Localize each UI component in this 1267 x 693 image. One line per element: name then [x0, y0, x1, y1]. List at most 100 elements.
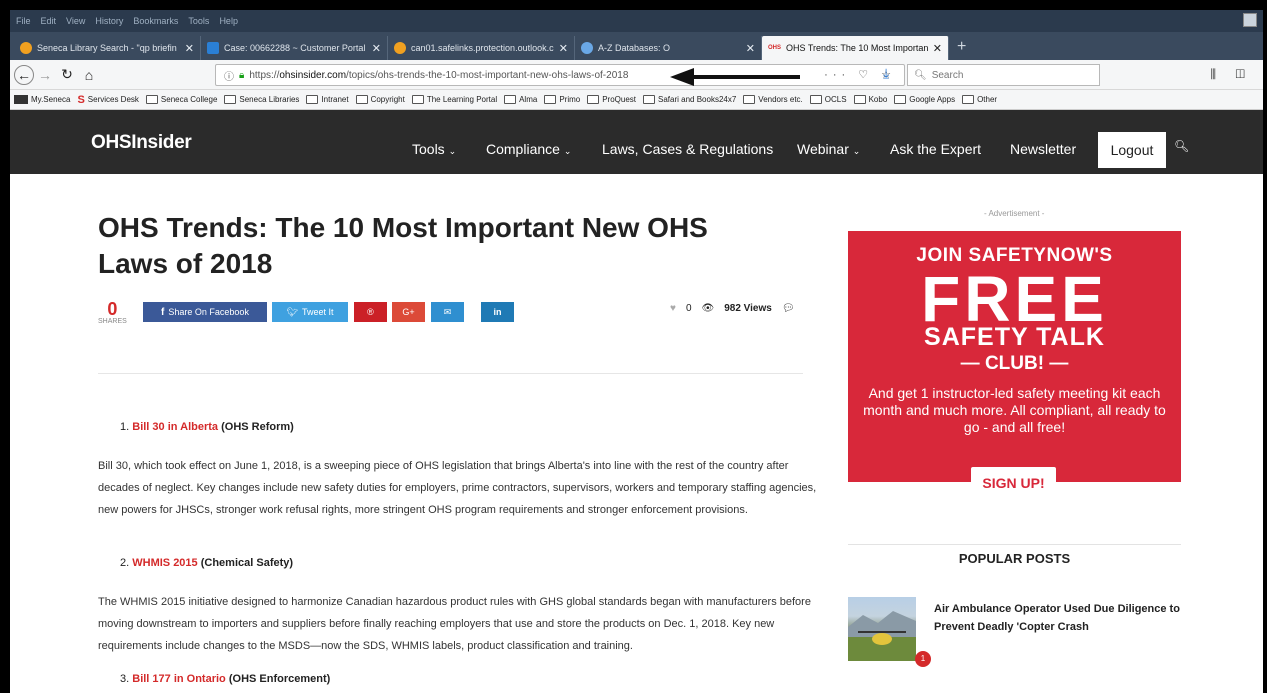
button-label: Share On Facebook [168, 307, 249, 317]
nav-label: Compliance [486, 141, 560, 157]
heart-icon[interactable]: ♥ [670, 303, 676, 314]
lock-icon: 🔒︎ [239, 69, 245, 81]
popular-post-title[interactable]: Air Ambulance Operator Used Due Diligenc… [934, 600, 1194, 636]
tab-ohs-trends[interactable]: OHS OHS Trends: The 10 Most Importan ✕ [762, 36, 949, 60]
item-link[interactable]: Bill 177 in Ontario [132, 673, 226, 685]
tab-customer-portal[interactable]: Case: 00662288 ~ Customer Portal ✕ [201, 36, 388, 60]
bookmark-label: Seneca Libraries [239, 95, 300, 104]
advertisement-label: - Advertisement - [984, 209, 1045, 218]
views-count: 982 Views [724, 303, 772, 314]
bookmark-label: Primo [559, 95, 581, 104]
bookmark-label: Alma [519, 95, 538, 104]
reload-icon[interactable]: ↻ [56, 66, 78, 83]
bookmark-myseneca[interactable]: My.Seneca [14, 95, 70, 104]
linkedin-button[interactable]: in [481, 302, 514, 322]
shares-label: SHARES [98, 318, 127, 325]
search-input[interactable]: 🔍︎ Search [907, 64, 1100, 86]
ad-signup-button[interactable]: SIGN UP! [971, 467, 1056, 499]
nav-compliance[interactable]: Compliance ⌄ [486, 141, 571, 157]
menu-bookmarks[interactable]: Bookmarks [133, 16, 178, 26]
ad-line4: — CLUB! — [960, 353, 1069, 374]
bookmark-safari[interactable]: Safari and Books24x7 [643, 95, 736, 104]
bookmark-proquest[interactable]: ProQuest [587, 95, 636, 104]
search-placeholder: Search [931, 69, 964, 81]
minimize-window-button[interactable] [1243, 13, 1257, 27]
menu-help[interactable]: Help [219, 16, 238, 26]
menu-file[interactable]: File [16, 16, 31, 26]
info-icon[interactable]: ⓘ [224, 68, 234, 83]
tab-library-search[interactable]: Seneca Library Search - "qp briefin ✕ [14, 36, 201, 60]
folder-icon [643, 95, 656, 104]
forward-arrow-icon[interactable]: → [34, 67, 56, 83]
bookmark-google-apps[interactable]: Google Apps [894, 95, 955, 104]
chevron-down-icon: ⌄ [448, 146, 457, 156]
tweet-button[interactable]: 🐦︎ Tweet It [272, 302, 348, 322]
bookmark-copyright[interactable]: Copyright [355, 95, 405, 104]
close-tab-icon[interactable]: ✕ [933, 42, 942, 55]
folder-icon [544, 95, 557, 104]
googleplus-button[interactable]: G+ [392, 302, 425, 322]
bookmark-other[interactable]: Other [962, 95, 997, 104]
menu-edit[interactable]: Edit [41, 16, 57, 26]
item-tag: (Chemical Safety) [200, 557, 294, 569]
nav-webinar[interactable]: Webinar ⌄ [797, 141, 860, 157]
bookmarks-bar: My.Seneca S Services Desk Seneca College … [10, 90, 1263, 110]
tab-label: Seneca Library Search - "qp briefin [37, 43, 177, 53]
folder-icon [743, 95, 756, 104]
article-stats: ♥ 0 👁︎ 982 Views 💬︎ [670, 303, 795, 314]
databases-favicon-icon [581, 42, 593, 54]
article-title: OHS Trends: The 10 Most Important New OH… [98, 212, 708, 279]
close-tab-icon[interactable]: ✕ [185, 42, 194, 55]
library-icon[interactable]: ⫼ ◫ [1211, 67, 1253, 82]
nav-newsletter[interactable]: Newsletter [1010, 141, 1076, 157]
item-link[interactable]: Bill 30 in Alberta [132, 421, 218, 433]
likes-count: 0 [685, 303, 692, 314]
bookmark-seneca-college[interactable]: Seneca College [145, 95, 218, 104]
ad-body: And get 1 instructor-led safety meeting … [863, 385, 1166, 435]
share-facebook-button[interactable]: f Share On Facebook [143, 302, 267, 322]
bookmark-label: Seneca College [160, 95, 218, 104]
chevron-down-icon: ⌄ [563, 146, 572, 156]
tab-bar: Seneca Library Search - "qp briefin ✕ Ca… [10, 32, 1263, 60]
bookmark-services-desk[interactable]: S Services Desk [77, 94, 138, 106]
close-tab-icon[interactable]: ✕ [746, 42, 755, 55]
bookmark-seneca-libraries[interactable]: Seneca Libraries [224, 95, 299, 104]
menu-history[interactable]: History [95, 16, 123, 26]
nav-tools[interactable]: Tools ⌄ [412, 141, 456, 157]
close-tab-icon[interactable]: ✕ [372, 42, 381, 55]
tab-az-databases[interactable]: A-Z Databases: O ✕ [575, 36, 762, 60]
bookmark-ocls[interactable]: OCLS [809, 95, 847, 104]
annotation-arrow-icon [670, 68, 800, 86]
menu-view[interactable]: View [66, 16, 85, 26]
comment-icon[interactable]: 💬︎ [782, 303, 795, 314]
bookmark-kobo[interactable]: Kobo [853, 95, 887, 104]
menu-tools[interactable]: Tools [188, 16, 209, 26]
bookmark-vendors[interactable]: Vendors etc. [743, 95, 803, 104]
email-share-button[interactable]: ✉ [431, 302, 464, 322]
back-arrow-icon[interactable]: ← [14, 64, 34, 85]
site-logo[interactable]: OHSInsider [91, 132, 192, 154]
new-tab-button[interactable]: + [949, 38, 974, 60]
bookmark-intranet[interactable]: Intranet [306, 95, 349, 104]
close-tab-icon[interactable]: ✕ [559, 42, 568, 55]
nav-ask-expert[interactable]: Ask the Expert [890, 141, 981, 157]
tab-safelinks[interactable]: can01.safelinks.protection.outlook.c ✕ [388, 36, 575, 60]
item-link[interactable]: WHMIS 2015 [132, 557, 197, 569]
download-icon[interactable]: ⤓ [883, 65, 889, 82]
home-icon[interactable]: ⌂ [78, 67, 100, 83]
bookmark-alma[interactable]: Alma [504, 95, 537, 104]
item-tag: (OHS Enforcement) [228, 673, 331, 685]
bookmark-label: Copyright [370, 95, 405, 104]
bookmark-primo[interactable]: Primo [544, 95, 580, 104]
popular-post-thumbnail[interactable] [848, 597, 916, 661]
advertisement-banner[interactable]: JOIN SAFETYNOW'S FREE SAFETY TALK — CLUB… [848, 231, 1181, 499]
bookmark-learning-portal[interactable]: The Learning Portal [411, 95, 497, 104]
logout-button[interactable]: Logout [1098, 132, 1166, 168]
bookmark-label: Other [977, 95, 998, 104]
pinterest-button[interactable]: ® [354, 302, 387, 322]
folder-icon [224, 95, 237, 104]
url-path: /topics/ohs-trends-the-10-most-important… [346, 69, 629, 81]
nav-laws[interactable]: Laws, Cases & Regulations [602, 141, 773, 157]
navigation-bar: ← → ↻ ⌂ ⓘ 🔒︎ https://ohsinsider.com/topi… [10, 60, 1263, 90]
site-search-icon[interactable]: 🔍︎ [1174, 139, 1189, 153]
